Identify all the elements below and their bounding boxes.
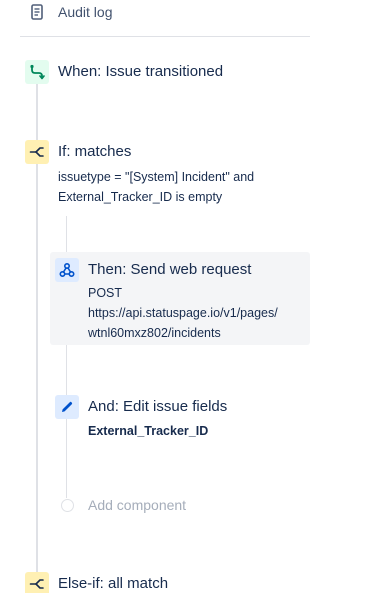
fork-icon (25, 140, 49, 164)
add-circle-icon (61, 498, 74, 512)
condition-detail-line: issuetype = "[System] Incident" and (58, 170, 255, 184)
else-if-node[interactable]: Else-if: all match (25, 572, 168, 593)
branch-arrow-icon (25, 60, 49, 84)
condition-title: If: matches (58, 143, 132, 160)
automation-rule-panel: Audit log When: Issue transitioned If: m… (0, 0, 392, 593)
divider (20, 36, 310, 37)
condition-node[interactable]: If: matches issuetype = "[System] Incide… (25, 140, 254, 207)
add-component-label: Add component (88, 497, 187, 513)
webhook-url-line: https://api.statuspage.io/v1/pages/ (88, 306, 278, 320)
pencil-icon (55, 395, 79, 419)
else-if-title: Else-if: all match (58, 575, 169, 592)
audit-log-label: Audit log (58, 4, 113, 20)
document-icon (30, 4, 44, 20)
edit-action-title: And: Edit issue fields (88, 398, 228, 415)
audit-log-link[interactable]: Audit log (30, 2, 112, 22)
webhook-action-title: Then: Send web request (88, 261, 252, 278)
webhook-method: POST (88, 286, 123, 300)
fork-icon (25, 572, 49, 593)
webhook-action-node[interactable]: Then: Send web request POST https://api.… (55, 258, 278, 343)
edit-action-node[interactable]: And: Edit issue fields External_Tracker_… (55, 395, 227, 441)
webhook-url-line: wtnl60mxz802/incidents (88, 326, 221, 340)
trigger-title: When: Issue transitioned (58, 63, 224, 80)
webhook-icon (55, 258, 79, 282)
trigger-node[interactable]: When: Issue transitioned (25, 60, 223, 84)
add-component-button[interactable]: Add component (61, 497, 186, 513)
condition-detail-line: External_Tracker_ID is empty (58, 190, 223, 204)
edit-action-field: External_Tracker_ID (88, 424, 209, 438)
